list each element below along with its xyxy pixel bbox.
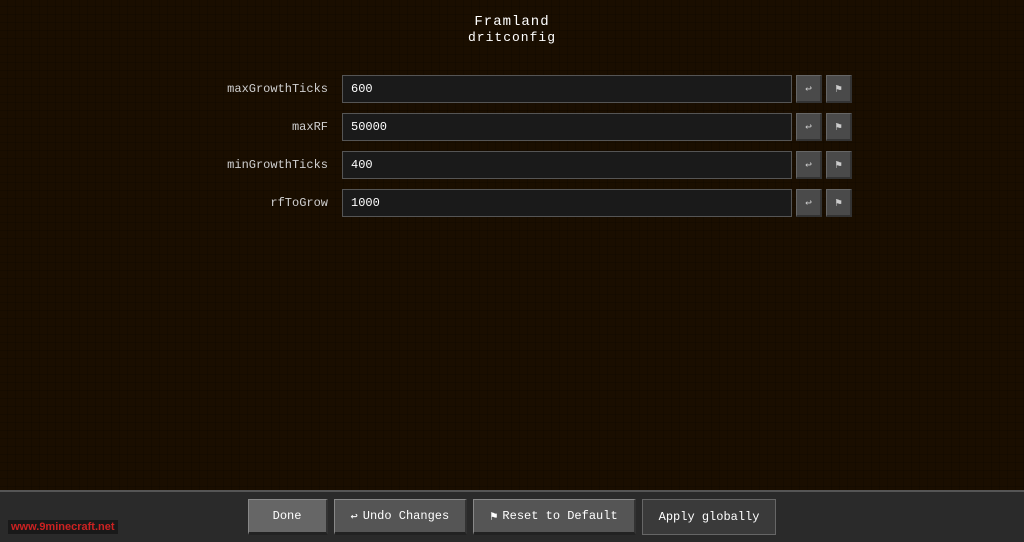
bottom-bar: Done ↩ Undo Changes ⚑ Reset to Default A… [0,490,1024,542]
reset-btn-maxGrowthTicks[interactable]: ↩ [796,75,822,103]
reset-icon: ⚑ [490,509,497,524]
title-area: Framland dritconfig [0,0,1024,53]
reset-label: Reset to Default [502,509,617,523]
main-container: Framland dritconfig maxGrowthTicks ↩ ⚑ m… [0,0,1024,542]
apply-globally-button[interactable]: Apply globally [642,499,777,535]
reset-btn-maxRF[interactable]: ↩ [796,113,822,141]
done-button[interactable]: Done [248,499,328,535]
config-row-1: maxRF ↩ ⚑ [172,111,852,143]
reset-btn-minGrowthTicks[interactable]: ↩ [796,151,822,179]
default-btn-minGrowthTicks[interactable]: ⚑ [826,151,852,179]
config-row-2: minGrowthTicks ↩ ⚑ [172,149,852,181]
reset-default-button[interactable]: ⚑ Reset to Default [473,499,635,535]
input-minGrowthTicks[interactable] [342,151,792,179]
config-row-3: rfToGrow ↩ ⚑ [172,187,852,219]
input-maxGrowthTicks[interactable] [342,75,792,103]
label-maxRF: maxRF [172,120,342,134]
title-line2: dritconfig [0,30,1024,45]
input-maxRF[interactable] [342,113,792,141]
config-row-0: maxGrowthTicks ↩ ⚑ [172,73,852,105]
input-rfToGrow[interactable] [342,189,792,217]
content-area: maxGrowthTicks ↩ ⚑ maxRF ↩ ⚑ minGrowthTi… [0,53,1024,490]
undo-icon: ↩ [351,509,358,524]
watermark: www.9minecraft.net [8,520,118,534]
default-btn-maxGrowthTicks[interactable]: ⚑ [826,75,852,103]
label-minGrowthTicks: minGrowthTicks [172,158,342,172]
label-rfToGrow: rfToGrow [172,196,342,210]
reset-btn-rfToGrow[interactable]: ↩ [796,189,822,217]
default-btn-maxRF[interactable]: ⚑ [826,113,852,141]
default-btn-rfToGrow[interactable]: ⚑ [826,189,852,217]
title-line1: Framland [0,14,1024,30]
label-maxGrowthTicks: maxGrowthTicks [172,82,342,96]
undo-button[interactable]: ↩ Undo Changes [334,499,468,535]
undo-label: Undo Changes [363,509,449,523]
config-table: maxGrowthTicks ↩ ⚑ maxRF ↩ ⚑ minGrowthTi… [172,73,852,225]
